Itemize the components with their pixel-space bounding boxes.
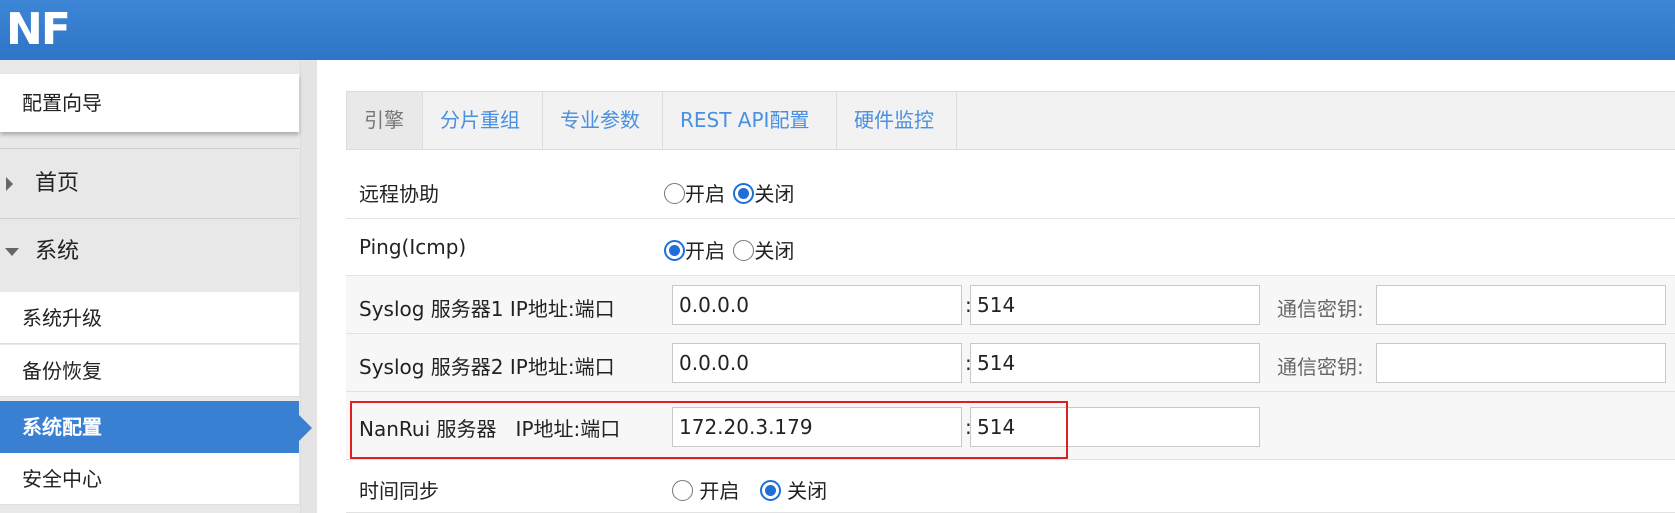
active-item-pointer — [299, 415, 312, 441]
syslog1-key-input[interactable] — [1376, 285, 1666, 325]
sidebar-item-backup-restore[interactable]: 备份恢复 — [0, 345, 299, 397]
option-label: 开启 — [685, 239, 725, 263]
ping-off-option[interactable]: 关闭 — [733, 235, 794, 264]
tab-bar: 引擎 分片重组 专业参数 REST API配置 硬件监控 — [346, 91, 1675, 150]
radio-button-selected[interactable] — [664, 240, 685, 261]
time-sync-off-option[interactable]: 关闭 — [759, 475, 828, 504]
sidebar-divider — [0, 218, 299, 219]
sidebar-section-system[interactable]: 系统 — [0, 222, 299, 282]
setting-label: Ping(Icmp) — [359, 235, 467, 259]
sidebar-section-label: 系统 — [35, 239, 80, 264]
sidebar-item-system-config[interactable]: 系统配置 — [0, 401, 299, 453]
time-sync-radio-group: 开启 关闭 — [672, 475, 829, 504]
brand-logo[interactable]: NF — [6, 4, 71, 56]
radio-button-selected[interactable] — [733, 183, 755, 204]
sidebar-item-system-upgrade[interactable]: 系统升级 — [0, 292, 299, 344]
option-label: 关闭 — [754, 239, 795, 263]
tab-hardware-monitor[interactable]: 硬件监控 — [837, 92, 957, 149]
tab-engine[interactable]: 引擎 — [347, 92, 423, 149]
radio-button-selected[interactable] — [759, 480, 781, 501]
time-sync-on-option[interactable]: 开启 — [672, 475, 739, 504]
sidebar-section-label: 首页 — [35, 171, 80, 196]
option-label: 开启 — [699, 479, 740, 503]
setting-row-syslog-2: Syslog 服务器2 IP地址:端口 0.0.0.0 : 514 通信密钥: — [346, 334, 1675, 392]
setting-label: 远程协助 — [359, 182, 439, 206]
setting-label: 时间同步 — [359, 479, 439, 503]
comm-key-label: 通信密钥: — [1277, 355, 1364, 379]
remote-assist-on-option[interactable]: 开启 — [664, 178, 725, 207]
config-wizard-button[interactable]: 配置向导 — [0, 74, 299, 132]
sidebar-scrollbar[interactable] — [300, 60, 317, 513]
remote-assist-off-option[interactable]: 关闭 — [733, 178, 794, 207]
tab-rest-api-config[interactable]: REST API配置 — [663, 92, 837, 149]
radio-button[interactable] — [672, 480, 693, 501]
option-label: 开启 — [685, 182, 725, 206]
syslog1-port-input[interactable]: 514 — [970, 285, 1260, 325]
syslog1-ip-input[interactable]: 0.0.0.0 — [672, 285, 962, 325]
caret-down-icon — [5, 248, 19, 256]
option-label: 关闭 — [787, 479, 828, 503]
setting-label: Syslog 服务器1 IP地址:端口 — [359, 297, 615, 321]
comm-key-label: 通信密钥: — [1277, 297, 1364, 321]
setting-row-remote-assist: 远程协助 开启 关闭 — [346, 162, 1675, 219]
ping-radio-group: 开启 关闭 — [664, 235, 796, 264]
caret-right-icon — [6, 177, 13, 191]
radio-button[interactable] — [733, 240, 755, 261]
sidebar-item-security-center[interactable]: 安全中心 — [0, 453, 299, 505]
syslog2-key-input[interactable] — [1376, 343, 1666, 383]
ping-on-option[interactable]: 开启 — [664, 235, 725, 264]
syslog2-ip-input[interactable]: 0.0.0.0 — [672, 343, 962, 383]
setting-row-time-sync: 时间同步 开启 关闭 — [346, 460, 1675, 513]
tab-advanced-params[interactable]: 专业参数 — [543, 92, 663, 149]
setting-label: Syslog 服务器2 IP地址:端口 — [359, 355, 615, 379]
syslog2-port-input[interactable]: 514 — [970, 343, 1260, 383]
sidebar-section-home[interactable]: 首页 — [0, 154, 299, 214]
red-highlight-box — [350, 401, 1068, 459]
option-label: 关闭 — [754, 182, 795, 206]
radio-button[interactable] — [664, 183, 685, 204]
setting-row-syslog-1: Syslog 服务器1 IP地址:端口 0.0.0.0 : 514 通信密钥: — [346, 276, 1675, 334]
remote-assist-radio-group: 开启 关闭 — [664, 178, 796, 207]
sidebar-divider — [0, 148, 299, 149]
tab-fragment-reassembly[interactable]: 分片重组 — [423, 92, 543, 149]
setting-row-ping: Ping(Icmp) 开启 关闭 — [346, 219, 1675, 276]
top-bar: NF — [0, 0, 1675, 60]
